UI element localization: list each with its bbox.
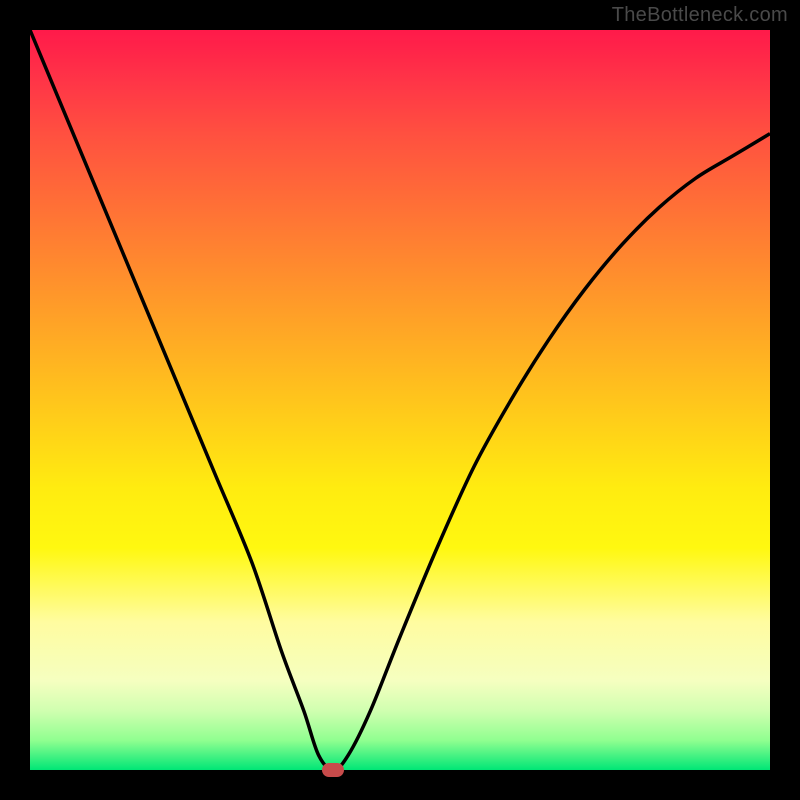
watermark-text: TheBottleneck.com — [612, 4, 788, 27]
curve-svg — [30, 30, 770, 770]
chart-container: TheBottleneck.com — [0, 0, 800, 800]
bottleneck-curve — [30, 30, 770, 770]
plot-area — [30, 30, 770, 770]
bottleneck-marker — [322, 763, 344, 777]
